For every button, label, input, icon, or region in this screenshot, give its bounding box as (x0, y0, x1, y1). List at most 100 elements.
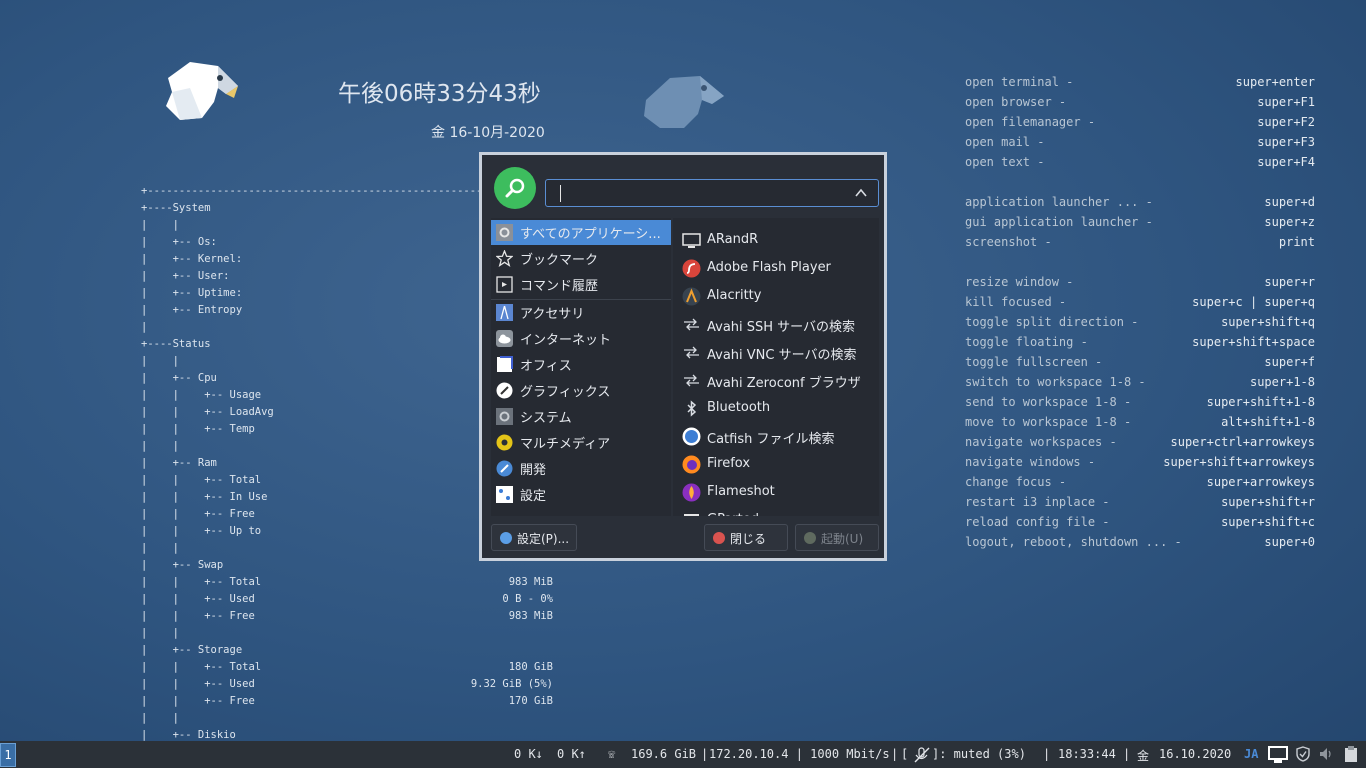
category-item[interactable]: コマンド履歴 (491, 272, 671, 297)
net-download: 0 K↓ (514, 747, 543, 761)
category-item[interactable]: システム (491, 404, 671, 429)
keybinding-keys: super+shift+c (1221, 515, 1315, 529)
category-item[interactable]: すべてのアプリケーシ... (491, 220, 671, 245)
app-item[interactable]: ARandR (673, 227, 879, 253)
system-info-label: | +-- Os: (141, 236, 217, 248)
system-info-row: | | (141, 710, 553, 727)
system-info-label: | +-- User: (141, 270, 230, 282)
launch-button[interactable]: 起動(U) (795, 524, 879, 551)
category-item[interactable]: オフィス (491, 352, 671, 377)
keybinding-row: move to workspace 1-8 - alt+shift+1-8 (965, 412, 1315, 432)
settings-button[interactable]: 設定(P)... (491, 524, 577, 551)
disk-icon: ☏ (608, 747, 616, 761)
search-input[interactable] (545, 179, 879, 207)
system-info-label: | | (141, 219, 179, 231)
search-button[interactable] (494, 167, 536, 209)
app-item[interactable]: Alacritty (673, 283, 879, 309)
keybinding-action: open filemanager - (965, 115, 1096, 129)
app-item[interactable]: Catfish ファイル検索 (673, 423, 879, 449)
keyboard-layout[interactable]: JA (1244, 747, 1258, 761)
keybinding-keys: super+z (1264, 215, 1315, 229)
chevron-up-icon[interactable] (854, 186, 868, 200)
accessories-icon (496, 304, 513, 321)
workspace-button[interactable]: 1 (0, 743, 16, 767)
brush-icon (496, 382, 513, 399)
category-label: すべてのアプリケーシ... (520, 227, 661, 242)
keybinding-keys: super+1-8 (1249, 375, 1315, 389)
app-item[interactable]: Firefox (673, 451, 879, 477)
keybinding-keys: super+shift+space (1192, 335, 1315, 349)
system-info-label: | | +-- Up to (141, 525, 262, 537)
keybinding-row: navigate windows - super+shift+arrowkeys (965, 452, 1315, 472)
keybinding-keys: super+F1 (1257, 95, 1315, 109)
system-info-label: | | +-- Free (141, 610, 255, 622)
monitor-icon (682, 231, 701, 250)
net-upload: 0 K↑ (557, 747, 586, 761)
keybinding-row (965, 252, 1315, 272)
app-item[interactable]: GParted (673, 507, 879, 516)
volume-icon[interactable] (1319, 746, 1335, 762)
category-item[interactable]: ブックマーク (491, 246, 671, 271)
system-info-row: | +-- Storage (141, 642, 553, 659)
category-item[interactable]: インターネット (491, 326, 671, 351)
keybinding-keys: super+F2 (1257, 115, 1315, 129)
system-info-label: | (141, 321, 148, 333)
category-item[interactable]: グラフィックス (491, 378, 671, 403)
keybinding-row: gui application launcher - super+z (965, 212, 1315, 232)
app-item[interactable]: Avahi SSH サーバの検索 (673, 311, 879, 337)
system-info-label: | | +-- Total (141, 474, 262, 486)
app-item[interactable]: Adobe Flash Player (673, 255, 879, 281)
system-info-value: 983 MiB (508, 576, 553, 588)
display-icon[interactable] (1268, 746, 1288, 764)
keybinding-action: toggle split direction - (965, 315, 1139, 329)
arrows-icon (682, 371, 701, 390)
keybinding-keys: super+shift+r (1221, 495, 1315, 509)
keybinding-row: open mail - super+F3 (965, 132, 1315, 152)
close-button[interactable]: 閉じる (704, 524, 788, 551)
system-info-label: +----Status (141, 338, 211, 350)
app-item[interactable]: Avahi Zeroconf ブラウザ (673, 367, 879, 393)
keybinding-keys: super+0 (1264, 535, 1315, 549)
keybinding-keys: super+c | super+q (1192, 295, 1315, 309)
keybinding-row: screenshot - print (965, 232, 1315, 252)
system-info-label: | +-- Uptime: (141, 287, 243, 299)
category-item[interactable]: マルチメディア (491, 430, 671, 455)
app-label: GParted (707, 512, 759, 516)
keybinding-row: toggle split direction - super+shift+q (965, 312, 1315, 332)
keybinding-keys: super+ctrl+arrowkeys (1170, 435, 1316, 449)
close-button-label: 閉じる (730, 532, 767, 546)
keybinding-action: open terminal - (965, 75, 1074, 89)
arrows-icon (682, 343, 701, 362)
keybinding-action: reload config file - (965, 515, 1110, 529)
app-item[interactable]: Avahi VNC サーバの検索 (673, 339, 879, 365)
clipboard-icon[interactable] (1344, 745, 1358, 763)
system-info-label: | | +-- Usage (141, 389, 262, 401)
app-item[interactable]: Bluetooth (673, 395, 879, 421)
keybinding-action: resize window - (965, 275, 1074, 289)
app-label: ARandR (707, 232, 759, 247)
system-gear-icon (496, 408, 513, 425)
keybinding-keys: super+F4 (1257, 155, 1315, 169)
keybinding-action: move to workspace 1-8 - (965, 415, 1132, 429)
category-item[interactable]: アクセサリ (491, 300, 671, 325)
keybinding-row: navigate workspaces - super+ctrl+arrowkey… (965, 432, 1315, 452)
system-info-row: | | (141, 625, 553, 642)
application-list: ARandR Adobe Flash Player Alacritty Avahi S… (673, 218, 879, 516)
mic-muted-icon[interactable] (913, 747, 931, 763)
desktop-clock-date: 金 16-10月-2020 (431, 125, 545, 141)
keybinding-row: send to workspace 1-8 - super+shift+1-8 (965, 392, 1315, 412)
weekday-icon: 金 (1137, 749, 1150, 763)
keybinding-action: logout, reboot, shutdown ... - (965, 535, 1182, 549)
disk-free: 169.6 GiB (631, 747, 697, 761)
shield-icon[interactable] (1296, 746, 1310, 762)
app-label: Firefox (707, 456, 751, 471)
keybinding-action: send to workspace 1-8 - (965, 395, 1132, 409)
keybinding-row: open text - super+F4 (965, 152, 1315, 172)
keybindings-panel: open terminal - super+enter open browser -… (965, 72, 1315, 552)
search-icon (505, 178, 525, 198)
app-item[interactable]: Flameshot (673, 479, 879, 505)
category-item[interactable]: 開発 (491, 456, 671, 481)
category-item[interactable]: 設定 (491, 482, 671, 507)
category-label: アクセサリ (520, 307, 585, 322)
launch-button-label: 起動(U) (821, 532, 864, 546)
